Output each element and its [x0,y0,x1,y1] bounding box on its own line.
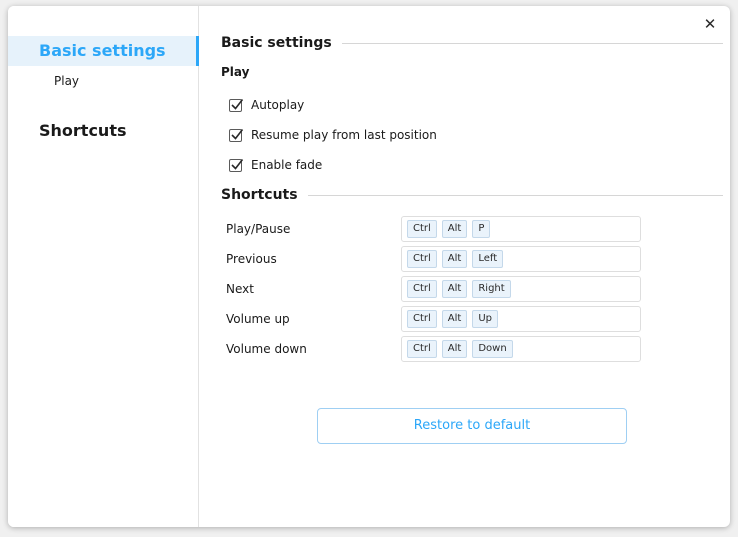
key-badge: Alt [441,250,468,268]
restore-default-button[interactable]: Restore to default [317,408,627,444]
checkbox-enable-fade[interactable]: Enable fade [229,158,322,172]
key-badge: Alt [441,280,468,298]
checkbox-resume-play[interactable]: Resume play from last position [229,128,437,142]
key-badge: Down [472,340,513,358]
key-badge: Ctrl [407,340,437,358]
shortcut-row-volume-down: Volume down Ctrl Alt Down [226,336,641,362]
section-header-shortcuts: Shortcuts [221,187,723,203]
key-badge: Up [472,310,499,328]
checkbox-label: Autoplay [251,98,305,112]
shortcut-input[interactable]: Ctrl Alt Right [401,276,641,302]
shortcut-row-previous: Previous Ctrl Alt Left [226,246,641,272]
checkbox-checked-icon [229,158,244,172]
key-badge: Alt [441,310,468,328]
key-badge: Alt [441,340,468,358]
checkbox-label: Resume play from last position [251,128,437,142]
key-badge: Ctrl [407,220,437,238]
shortcut-label: Play/Pause [226,222,291,236]
key-badge: Ctrl [407,280,437,298]
shortcut-label: Volume up [226,312,290,326]
checkbox-autoplay[interactable]: Autoplay [229,98,304,112]
sidebar-item-play[interactable]: Play [8,66,199,96]
section-title: Shortcuts [221,187,298,203]
section-title: Basic settings [221,35,332,51]
section-divider [341,42,723,44]
shortcut-input[interactable]: Ctrl Alt P [401,216,641,242]
checkbox-label: Enable fade [251,158,323,172]
key-badge: Alt [441,220,468,238]
sidebar-item-label: Basic settings [39,41,166,60]
key-badge: Left [472,250,504,268]
settings-sidebar: Basic settings Play Shortcuts [8,6,199,527]
shortcut-input[interactable]: Ctrl Alt Left [401,246,641,272]
section-divider [307,194,723,196]
sidebar-item-basic-settings[interactable]: Basic settings [8,36,199,66]
group-title-play: Play [221,65,250,79]
shortcut-row-next: Next Ctrl Alt Right [226,276,641,302]
sidebar-item-label: Play [54,74,80,88]
key-badge: Right [472,280,511,298]
shortcut-label: Volume down [226,342,307,356]
settings-content: Basic settings Play Autoplay Resume play… [221,6,723,527]
shortcut-row-play-pause: Play/Pause Ctrl Alt P [226,216,641,242]
shortcut-row-volume-up: Volume up Ctrl Alt Up [226,306,641,332]
key-badge: P [472,220,491,238]
checkbox-checked-icon [229,98,244,112]
shortcut-label: Next [226,282,254,296]
checkbox-checked-icon [229,128,244,142]
key-badge: Ctrl [407,250,437,268]
sidebar-item-shortcuts[interactable]: Shortcuts [8,116,199,146]
settings-window: Basic settings Play Shortcuts ✕ Basic se… [8,6,730,527]
sidebar-item-label: Shortcuts [39,121,127,140]
section-header-basic-settings: Basic settings [221,35,723,51]
shortcut-input[interactable]: Ctrl Alt Down [401,336,641,362]
key-badge: Ctrl [407,310,437,328]
shortcut-input[interactable]: Ctrl Alt Up [401,306,641,332]
shortcut-label: Previous [226,252,277,266]
